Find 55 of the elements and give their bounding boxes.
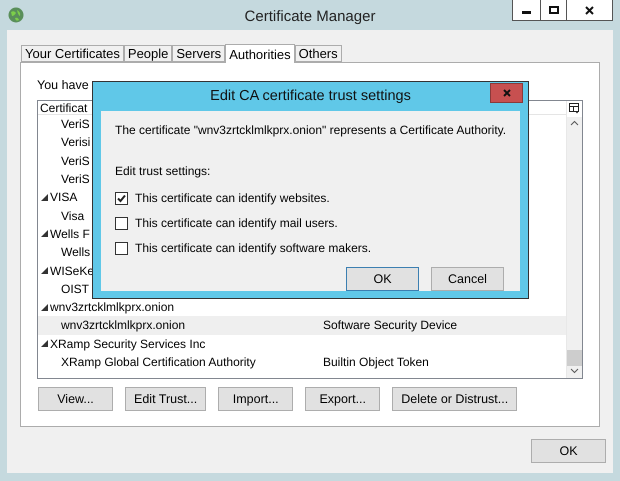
tree-item[interactable]: XRamp Security Services Inc	[50, 334, 206, 353]
expand-icon[interactable]	[41, 267, 49, 274]
action-button[interactable]: Edit Trust...	[125, 387, 206, 411]
scrollbar[interactable]	[567, 117, 582, 378]
tree-item[interactable]: VeriS	[61, 170, 90, 188]
dialog-message: The certificate "wnv3zrtcklmlkprx.onion" represents a Certificate Authority.	[115, 122, 506, 139]
intro-text: You have	[37, 77, 89, 94]
tab[interactable]: Servers	[172, 45, 226, 62]
dialog-close-button[interactable]	[490, 83, 523, 103]
close-icon	[585, 6, 594, 14]
tree-item[interactable]: VISA	[50, 188, 78, 206]
tree-item[interactable]: Wells	[61, 243, 90, 262]
table-cell-text: Builtin Object Token	[323, 354, 429, 371]
tree-item[interactable]: XRamp Global Certification Authority	[61, 353, 256, 371]
action-button[interactable]: Export...	[305, 387, 380, 411]
dialog-title: Edit CA certificate trust settings	[210, 86, 411, 106]
table-cell-text: Software Security Device	[323, 317, 458, 334]
tree-item[interactable]: VeriS	[61, 115, 90, 134]
tree-item[interactable]: OIST	[61, 280, 90, 298]
action-button[interactable]: Import...	[218, 387, 294, 411]
action-button[interactable]: View...	[38, 387, 113, 411]
tree-item[interactable]: Verisi	[61, 133, 90, 152]
tree-item[interactable]: VeriS	[61, 152, 90, 170]
tree-item[interactable]: WISeKe	[50, 262, 94, 280]
section-label: Edit trust settings:	[115, 163, 212, 180]
expand-icon[interactable]	[41, 304, 49, 311]
close-icon	[502, 89, 510, 97]
checkbox[interactable]	[115, 192, 128, 204]
tab[interactable]: Your Certificates	[21, 45, 124, 62]
expand-icon[interactable]	[41, 194, 49, 201]
expand-icon[interactable]	[41, 230, 49, 238]
column-header[interactable]: Certificat	[38, 102, 88, 114]
dialog-button[interactable]: Cancel	[431, 267, 504, 291]
tree-item[interactable]: Wells F	[50, 224, 90, 243]
expand-icon[interactable]	[41, 340, 49, 348]
checkbox[interactable]	[115, 216, 128, 230]
checkbox-label[interactable]: This certificate can identify software makers.	[135, 239, 372, 257]
action-button[interactable]: Delete or Distrust...	[392, 387, 518, 411]
tree-item[interactable]: wnv3zrtcklmlkprx.onion	[61, 316, 186, 334]
scroll-thumb[interactable]	[567, 350, 582, 366]
scroll-down-icon[interactable]	[570, 368, 579, 374]
checkbox-label[interactable]: This certificate can identify websites.	[135, 189, 330, 207]
tab[interactable]: People	[124, 45, 172, 62]
window-title: Certificate Manager	[244, 7, 376, 27]
globe-icon	[8, 7, 24, 23]
dialog-button[interactable]: OK	[346, 267, 419, 291]
column-picker-icon[interactable]	[569, 103, 580, 114]
tree-item[interactable]: wnv3zrtcklmlkprx.onion	[50, 298, 174, 316]
tab[interactable]: Others	[294, 45, 342, 62]
ok-button[interactable]: OK	[531, 439, 606, 463]
tree-item[interactable]: Visa	[61, 206, 84, 225]
checkbox[interactable]	[115, 242, 128, 254]
tab[interactable]: Authorities	[225, 44, 295, 63]
checkbox-label[interactable]: This certificate can identify mail users.	[135, 214, 338, 232]
scroll-up-icon[interactable]	[570, 120, 579, 126]
